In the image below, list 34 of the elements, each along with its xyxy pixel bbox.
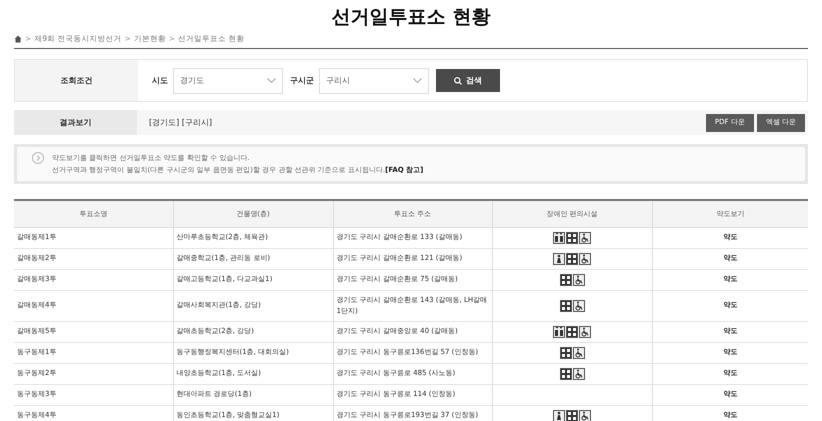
four-squares-icon	[566, 252, 578, 264]
field-label: 시도	[152, 74, 168, 86]
wheelchair-icon	[579, 252, 591, 264]
elevator-icon	[553, 326, 565, 338]
wheelchair-icon	[572, 346, 584, 358]
caret-icon	[267, 78, 276, 83]
wheelchair-icon	[579, 232, 591, 244]
select-field[interactable]: 경기도	[173, 68, 283, 94]
wheelchair-icon	[579, 410, 591, 421]
four-squares-icon	[560, 300, 572, 312]
select-field[interactable]: 구리시	[319, 68, 429, 94]
four-squares-icon	[560, 346, 572, 358]
wheelchair-icon	[579, 326, 591, 338]
four-squares-icon	[566, 232, 578, 244]
four-squares-icon	[560, 368, 572, 380]
wheelchair-icon	[572, 274, 584, 286]
page-title: 선거일투표소 현황	[330, 5, 492, 30]
four-squares-icon	[566, 326, 578, 338]
search-button[interactable]: 검색	[436, 69, 500, 92]
chevron-circle-icon	[32, 152, 44, 164]
wheelchair-icon	[572, 300, 584, 312]
caret-icon	[413, 78, 422, 83]
person-icon	[553, 410, 565, 421]
result-label: 결과보기	[14, 110, 137, 135]
person-icon	[553, 252, 565, 264]
result-text: [경기도] [구리시]	[148, 116, 214, 128]
search-label: 조회조건	[15, 60, 138, 101]
four-squares-icon	[566, 410, 578, 421]
wheelchair-icon	[572, 368, 584, 380]
search-icon	[454, 76, 462, 84]
field-label: 구시군	[290, 74, 314, 86]
elevator-icon	[553, 232, 565, 244]
four-squares-icon	[560, 274, 572, 286]
home-icon[interactable]	[14, 35, 22, 43]
